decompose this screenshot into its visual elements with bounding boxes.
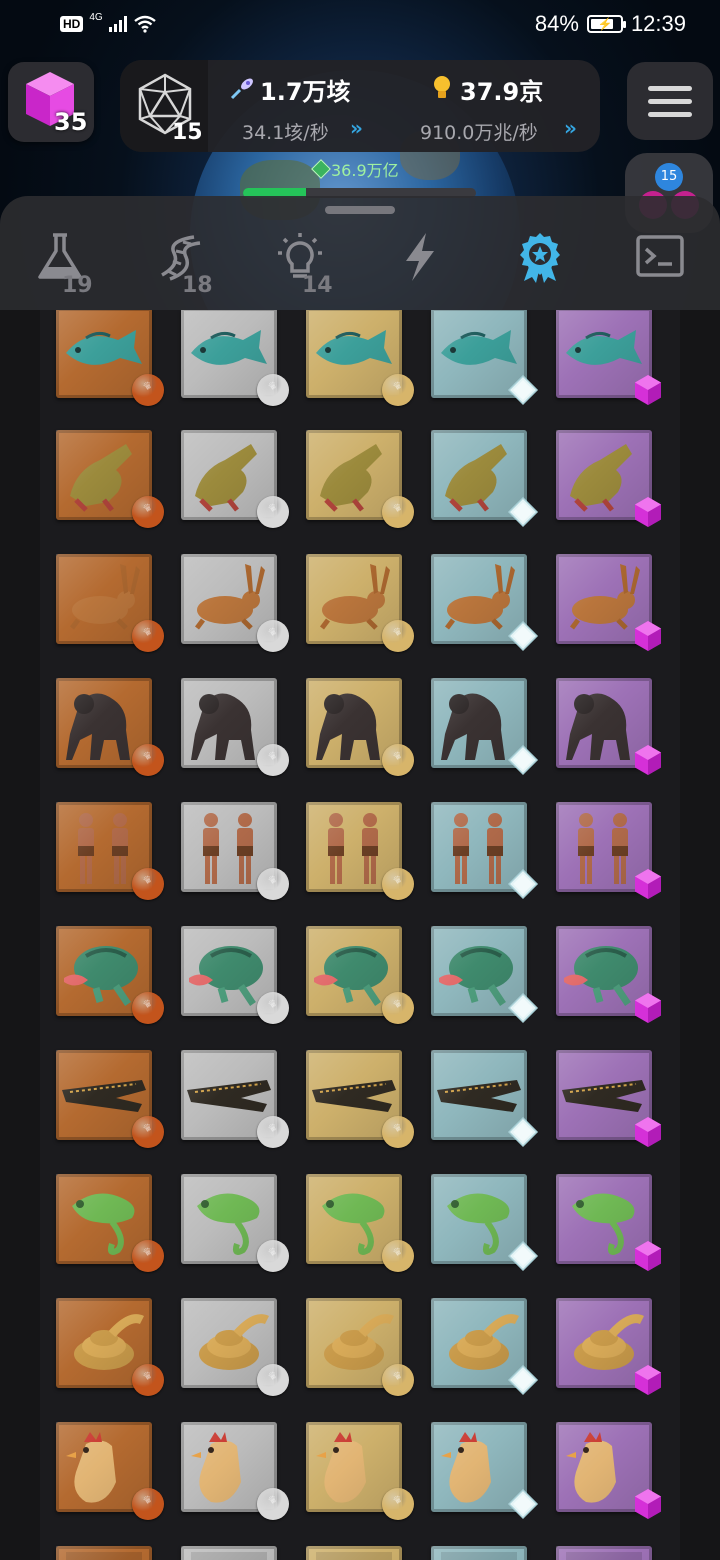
tab-console[interactable] (610, 225, 710, 305)
achievement-card-next-bronze[interactable] (56, 1546, 152, 1560)
status-bar: HD 4G 84% ⚡ 12:39 (0, 0, 720, 48)
achievement-medal-icon (520, 233, 560, 283)
clock: 12:39 (630, 11, 686, 36)
gold-medal-icon: ♛ (382, 868, 414, 900)
diamond-gem-icon (507, 1116, 539, 1148)
bronze-medal-icon: ♛ (132, 496, 164, 528)
menu-button[interactable] (627, 62, 713, 140)
gold-medal-icon: ♛ (382, 1364, 414, 1396)
amethyst-cube-icon (632, 1240, 664, 1272)
card-sheen (556, 1546, 652, 1560)
game-screen: HD 4G 84% ⚡ 12:39 35 1.7万垓 34.1垓/秒 » 37.… (0, 0, 720, 1560)
diamond-gem-icon (507, 620, 539, 652)
silver-medal-icon: ♛ (257, 1240, 289, 1272)
card-sheen (56, 1546, 152, 1560)
amethyst-cube-icon (632, 744, 664, 776)
gold-medal-icon: ♛ (382, 1488, 414, 1520)
silver-medal-icon: ♛ (257, 1364, 289, 1396)
bronze-medal-icon: ♛ (132, 1488, 164, 1520)
card-sheen (431, 1546, 527, 1560)
gem-total-value: 36.9万亿 (331, 161, 399, 180)
tab-research[interactable]: 19 (10, 225, 110, 305)
amethyst-cube-icon (632, 496, 664, 528)
green-gem-icon (311, 159, 331, 179)
diamond-gem-icon (507, 1240, 539, 1272)
bronze-medal-icon: ♛ (132, 992, 164, 1024)
battery-icon: ⚡ (586, 15, 626, 33)
card-sheen (306, 1546, 402, 1560)
amethyst-cube-icon (632, 868, 664, 900)
tab-count: 18 (182, 273, 213, 298)
resource-primary-rate: 34.1垓/秒 (242, 122, 329, 144)
resource-secondary-value: 37.9京 (460, 78, 544, 106)
silver-medal-icon: ♛ (257, 1488, 289, 1520)
bronze-medal-icon: ♛ (132, 1364, 164, 1396)
d20-count: 15 (172, 120, 203, 145)
amethyst-cube-icon (632, 1116, 664, 1148)
gold-medal-icon: ♛ (382, 1240, 414, 1272)
bronze-medal-icon: ♛ (132, 620, 164, 652)
achievement-card-next-gold[interactable] (306, 1546, 402, 1560)
amethyst-cube-icon (632, 1488, 664, 1520)
bronze-medal-icon: ♛ (132, 1240, 164, 1272)
silver-medal-icon: ♛ (257, 620, 289, 652)
gold-medal-icon: ♛ (382, 620, 414, 652)
tab-count: 19 (62, 273, 93, 298)
rate-boost-icon[interactable]: » (564, 116, 577, 140)
tab-evolution[interactable]: 18 (130, 225, 230, 305)
bronze-medal-icon: ♛ (132, 744, 164, 776)
gold-medal-icon: ♛ (382, 992, 414, 1024)
amethyst-cube-icon (632, 374, 664, 406)
diamond-gem-icon (507, 992, 539, 1024)
tab-achievements[interactable] (490, 225, 590, 305)
amethyst-cube-icon (632, 620, 664, 652)
resource-secondary-rate: 910.0万兆/秒 (420, 122, 538, 144)
diamond-gem-icon (507, 744, 539, 776)
gem-total: 36.9万亿 (311, 157, 399, 181)
bronze-medal-icon: ♛ (132, 868, 164, 900)
card-sheen (181, 1546, 277, 1560)
achievement-grid: ♛ ♛ ♛ ♛ ♛ ♛ ♛ ♛ ♛ ♛ ♛ ♛ ♛ ♛ ♛ ♛ ♛ ♛ ♛ ♛ ♛ ♛ ♛ ♛ ♛ ♛ ♛ ♛ ♛ ♛ (40, 310, 680, 1560)
network-type: 4G (89, 11, 103, 23)
gold-medal-icon: ♛ (382, 374, 414, 406)
rate-boost-icon[interactable]: » (350, 116, 363, 140)
tab-ideas[interactable]: 14 (250, 225, 350, 305)
terminal-icon (636, 235, 684, 277)
lightbulb-icon (434, 76, 450, 98)
achievement-card-next-amethyst[interactable] (556, 1546, 652, 1560)
hd-badge: HD (60, 16, 84, 32)
silver-medal-icon: ♛ (257, 992, 289, 1024)
achievement-card-next-silver[interactable] (181, 1546, 277, 1560)
tab-count: 14 (302, 273, 333, 298)
gold-medal-icon: ♛ (382, 1116, 414, 1148)
silver-medal-icon: ♛ (257, 868, 289, 900)
drag-handle[interactable] (325, 206, 395, 214)
tab-energy[interactable] (370, 225, 470, 305)
silver-medal-icon: ♛ (257, 496, 289, 528)
diamond-gem-icon (507, 1488, 539, 1520)
rocket-icon (230, 78, 253, 100)
achievement-card-next-diamond[interactable] (431, 1546, 527, 1560)
gold-medal-icon: ♛ (382, 744, 414, 776)
bronze-medal-icon: ♛ (132, 374, 164, 406)
silver-medal-icon: ♛ (257, 374, 289, 406)
amethyst-cube-icon (632, 992, 664, 1024)
gold-medal-icon: ♛ (382, 496, 414, 528)
diamond-gem-icon (507, 868, 539, 900)
diamond-gem-icon (507, 1364, 539, 1396)
amethyst-cube-icon (632, 1364, 664, 1396)
silver-medal-icon: ♛ (257, 744, 289, 776)
diamond-gem-icon (507, 374, 539, 406)
silver-medal-icon: ♛ (257, 1116, 289, 1148)
cube-count: 35 (54, 108, 88, 136)
signal-icon (108, 16, 127, 32)
prestige-count-badge: 15 (655, 163, 683, 191)
resource-primary-value: 1.7万垓 (260, 78, 351, 106)
diamond-gem-icon (507, 496, 539, 528)
wifi-icon (133, 15, 156, 33)
lightning-icon (406, 233, 434, 281)
bronze-medal-icon: ♛ (132, 1116, 164, 1148)
battery-percent: 84% (534, 11, 579, 36)
